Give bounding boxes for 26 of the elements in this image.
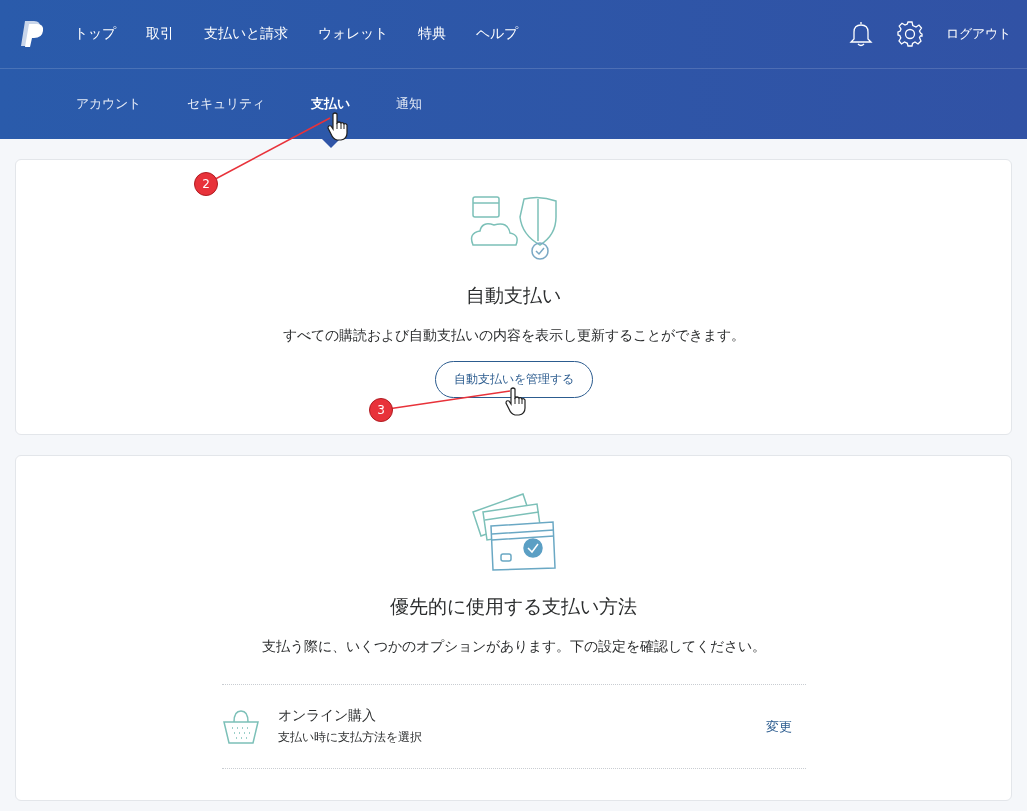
nav-link[interactable]: 取引 bbox=[146, 25, 174, 43]
nav-link[interactable]: トップ bbox=[74, 25, 116, 43]
logout-link[interactable]: ログアウト bbox=[946, 25, 1011, 43]
nav-link[interactable]: 支払いと請求 bbox=[204, 25, 288, 43]
nav-link[interactable]: ヘルプ bbox=[476, 25, 518, 43]
settings-tab[interactable]: アカウント bbox=[76, 95, 141, 113]
shopping-basket-icon bbox=[221, 707, 260, 746]
option-title: オンライン購入 bbox=[277, 707, 377, 725]
notification-bell-icon[interactable] bbox=[848, 20, 874, 48]
credit-cards-icon bbox=[470, 490, 557, 572]
settings-tab[interactable]: 支払い bbox=[311, 95, 350, 113]
manage-autopay-button[interactable]: 自動支払いを管理する bbox=[434, 361, 593, 398]
option-subtitle: 支払い時に支払方法を選択 bbox=[277, 729, 423, 746]
section-title: 優先的に使用する支払い方法 bbox=[390, 594, 637, 619]
section-description: 支払う際に、いくつかのオプションがあります。下の設定を確認してください。 bbox=[261, 638, 766, 656]
settings-icon[interactable] bbox=[896, 20, 924, 48]
settings-tab[interactable]: セキュリティ bbox=[187, 95, 265, 113]
settings-tab[interactable]: 通知 bbox=[396, 95, 422, 113]
change-link[interactable]: 変更 bbox=[765, 717, 792, 736]
section-title: 自動支払い bbox=[466, 283, 561, 308]
hand-cursor-icon bbox=[504, 387, 528, 417]
nav-link[interactable]: 特典 bbox=[418, 25, 446, 43]
nav-link[interactable]: ウォレット bbox=[318, 25, 388, 43]
section-description: すべての購読および自動支払いの内容を表示し更新することができます。 bbox=[282, 327, 745, 345]
hand-cursor-icon bbox=[326, 112, 350, 142]
logo-icon bbox=[20, 20, 44, 48]
